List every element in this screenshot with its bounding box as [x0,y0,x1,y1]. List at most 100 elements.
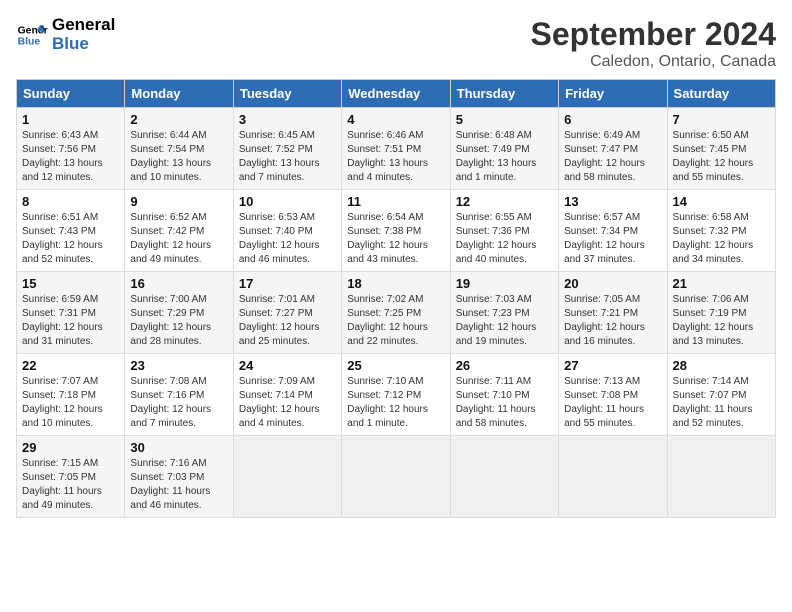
calendar-cell: 18Sunrise: 7:02 AM Sunset: 7:25 PM Dayli… [342,272,450,354]
page-header: General Blue General Blue September 2024… [16,16,776,71]
day-info: Sunrise: 7:15 AM Sunset: 7:05 PM Dayligh… [22,457,119,513]
weekday-saturday: Saturday [667,80,775,108]
calendar-cell: 25 Sunrise: 7:10 AM Sunset: 7:12 PM Dayli… [342,354,450,436]
calendar-cell: 7 Sunrise: 6:50 AM Sunset: 7:45 PM Daylig… [667,108,775,190]
day-info: Sunrise: 6:43 AM Sunset: 7:56 PM Dayligh… [22,129,119,185]
day-number: 16 [130,276,227,291]
logo-general: General [52,16,115,35]
day-number: 25 [347,358,444,373]
calendar-body: 1 Sunrise: 6:43 AM Sunset: 7:56 PM Daylig… [17,108,776,518]
day-number: 24 [239,358,336,373]
calendar-cell: 1 Sunrise: 6:43 AM Sunset: 7:56 PM Daylig… [17,108,125,190]
day-info: Sunrise: 7:16 AM Sunset: 7:03 PM Dayligh… [130,457,227,513]
day-info: Sunrise: 6:53 AM Sunset: 7:40 PM Dayligh… [239,211,336,267]
calendar-cell: 11 Sunrise: 6:54 AM Sunset: 7:38 PM Dayli… [342,190,450,272]
day-number: 28 [673,358,770,373]
calendar-cell: 20 Sunrise: 7:05 AM Sunset: 7:21 PM Dayli… [559,272,667,354]
day-info: Sunrise: 6:51 AM Sunset: 7:43 PM Dayligh… [22,211,119,267]
calendar-cell: 15Sunrise: 6:59 AM Sunset: 7:31 PM Dayli… [17,272,125,354]
day-number: 3 [239,112,336,127]
calendar-cell: 26 Sunrise: 7:11 AM Sunset: 7:10 PM Dayli… [450,354,558,436]
calendar-cell: 3 Sunrise: 6:45 AM Sunset: 7:52 PM Daylig… [233,108,341,190]
day-info: Sunrise: 7:03 AM Sunset: 7:23 PM Dayligh… [456,293,553,349]
location: Caledon, Ontario, Canada [531,53,776,71]
calendar-cell: 29 Sunrise: 7:15 AM Sunset: 7:05 PM Dayli… [17,436,125,518]
day-info: Sunrise: 7:07 AM Sunset: 7:18 PM Dayligh… [22,375,119,431]
calendar-cell: 22 Sunrise: 7:07 AM Sunset: 7:18 PM Dayli… [17,354,125,436]
calendar-cell [233,436,341,518]
day-info: Sunrise: 7:05 AM Sunset: 7:21 PM Dayligh… [564,293,661,349]
calendar-cell: 24 Sunrise: 7:09 AM Sunset: 7:14 PM Dayli… [233,354,341,436]
calendar-cell: 4 Sunrise: 6:46 AM Sunset: 7:51 PM Daylig… [342,108,450,190]
day-info: Sunrise: 6:45 AM Sunset: 7:52 PM Dayligh… [239,129,336,185]
calendar-cell: 21Sunrise: 7:06 AM Sunset: 7:19 PM Dayli… [667,272,775,354]
day-number: 22 [22,358,119,373]
day-number: 8 [22,194,119,209]
calendar-cell: 19 Sunrise: 7:03 AM Sunset: 7:23 PM Dayli… [450,272,558,354]
calendar-cell: 10 Sunrise: 6:53 AM Sunset: 7:40 PM Dayli… [233,190,341,272]
day-number: 9 [130,194,227,209]
calendar-cell: 23 Sunrise: 7:08 AM Sunset: 7:16 PM Dayli… [125,354,233,436]
calendar-cell: 16Sunrise: 7:00 AM Sunset: 7:29 PM Dayli… [125,272,233,354]
day-number: 7 [673,112,770,127]
day-info: Sunrise: 7:14 AM Sunset: 7:07 PM Dayligh… [673,375,770,431]
logo-icon: General Blue [16,19,48,51]
calendar-cell [342,436,450,518]
day-number: 19 [456,276,553,291]
calendar-cell [450,436,558,518]
day-info: Sunrise: 7:13 AM Sunset: 7:08 PM Dayligh… [564,375,661,431]
day-number: 11 [347,194,444,209]
logo: General Blue General Blue [16,16,115,53]
month-title: September 2024 [531,16,776,53]
day-info: Sunrise: 6:57 AM Sunset: 7:34 PM Dayligh… [564,211,661,267]
day-info: Sunrise: 7:09 AM Sunset: 7:14 PM Dayligh… [239,375,336,431]
day-info: Sunrise: 7:11 AM Sunset: 7:10 PM Dayligh… [456,375,553,431]
day-info: Sunrise: 6:58 AM Sunset: 7:32 PM Dayligh… [673,211,770,267]
day-info: Sunrise: 6:50 AM Sunset: 7:45 PM Dayligh… [673,129,770,185]
day-number: 14 [673,194,770,209]
weekday-friday: Friday [559,80,667,108]
day-info: Sunrise: 7:01 AM Sunset: 7:27 PM Dayligh… [239,293,336,349]
day-number: 20 [564,276,661,291]
day-number: 29 [22,440,119,455]
day-number: 21 [673,276,770,291]
svg-text:Blue: Blue [18,36,41,47]
day-info: Sunrise: 6:44 AM Sunset: 7:54 PM Dayligh… [130,129,227,185]
day-number: 27 [564,358,661,373]
day-number: 13 [564,194,661,209]
calendar-cell: 17Sunrise: 7:01 AM Sunset: 7:27 PM Dayli… [233,272,341,354]
weekday-header-row: SundayMondayTuesdayWednesdayThursdayFrid… [17,80,776,108]
day-info: Sunrise: 6:59 AM Sunset: 7:31 PM Dayligh… [22,293,119,349]
weekday-sunday: Sunday [17,80,125,108]
day-number: 10 [239,194,336,209]
calendar-cell: 2 Sunrise: 6:44 AM Sunset: 7:54 PM Daylig… [125,108,233,190]
calendar-cell: 30Sunrise: 7:16 AM Sunset: 7:03 PM Dayli… [125,436,233,518]
calendar-cell: 6 Sunrise: 6:49 AM Sunset: 7:47 PM Daylig… [559,108,667,190]
calendar-table: SundayMondayTuesdayWednesdayThursdayFrid… [16,79,776,518]
day-info: Sunrise: 6:54 AM Sunset: 7:38 PM Dayligh… [347,211,444,267]
day-number: 1 [22,112,119,127]
calendar-cell: 5Sunrise: 6:48 AM Sunset: 7:49 PM Daylig… [450,108,558,190]
weekday-tuesday: Tuesday [233,80,341,108]
calendar-week-3: 15Sunrise: 6:59 AM Sunset: 7:31 PM Dayli… [17,272,776,354]
calendar-week-4: 22 Sunrise: 7:07 AM Sunset: 7:18 PM Dayli… [17,354,776,436]
day-info: Sunrise: 6:46 AM Sunset: 7:51 PM Dayligh… [347,129,444,185]
calendar-week-1: 1 Sunrise: 6:43 AM Sunset: 7:56 PM Daylig… [17,108,776,190]
day-info: Sunrise: 7:10 AM Sunset: 7:12 PM Dayligh… [347,375,444,431]
calendar-cell: 27 Sunrise: 7:13 AM Sunset: 7:08 PM Dayli… [559,354,667,436]
day-number: 12 [456,194,553,209]
title-block: September 2024 Caledon, Ontario, Canada [531,16,776,71]
day-number: 23 [130,358,227,373]
day-info: Sunrise: 6:55 AM Sunset: 7:36 PM Dayligh… [456,211,553,267]
calendar-week-2: 8 Sunrise: 6:51 AM Sunset: 7:43 PM Daylig… [17,190,776,272]
day-info: Sunrise: 7:08 AM Sunset: 7:16 PM Dayligh… [130,375,227,431]
day-number: 26 [456,358,553,373]
day-number: 2 [130,112,227,127]
calendar-cell: 8 Sunrise: 6:51 AM Sunset: 7:43 PM Daylig… [17,190,125,272]
day-info: Sunrise: 6:49 AM Sunset: 7:47 PM Dayligh… [564,129,661,185]
day-number: 4 [347,112,444,127]
weekday-wednesday: Wednesday [342,80,450,108]
calendar-cell [667,436,775,518]
day-info: Sunrise: 6:52 AM Sunset: 7:42 PM Dayligh… [130,211,227,267]
day-number: 6 [564,112,661,127]
